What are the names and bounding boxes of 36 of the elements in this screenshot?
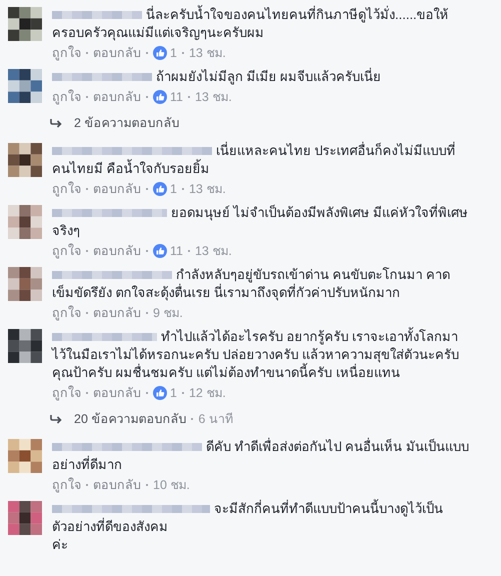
thumbs-up-icon xyxy=(153,46,167,60)
timestamp: 13 ชม. xyxy=(188,45,226,62)
timestamp: 12 ชม. xyxy=(188,385,226,402)
like-link[interactable]: ถูกใจ xyxy=(52,44,81,62)
thumbs-up-icon xyxy=(153,182,167,196)
reply-arrow-icon xyxy=(50,414,64,424)
reply-link[interactable]: ตอบกลับ xyxy=(93,44,141,62)
like-count: 11 xyxy=(170,243,183,260)
thumbs-up-icon xyxy=(153,90,167,104)
thumbs-up-icon xyxy=(153,386,167,400)
replies-link[interactable]: 2 ข้อความตอบกลับ xyxy=(74,114,180,132)
like-count: 1 xyxy=(170,385,177,402)
timestamp: 13 ชม. xyxy=(188,181,226,198)
like-count: 11 xyxy=(170,89,183,106)
reply-link[interactable]: ตอบกลับ xyxy=(93,88,141,106)
like-count: 1 xyxy=(170,181,177,198)
like-link[interactable]: ถูกใจ xyxy=(52,304,81,322)
timestamp: 13 ชม. xyxy=(194,89,232,106)
reply-link[interactable]: ตอบกลับ xyxy=(93,180,141,198)
reply-link[interactable]: ตอบกลับ xyxy=(93,242,141,260)
like-link[interactable]: ถูกใจ xyxy=(52,242,81,260)
timestamp: 13 ชม. xyxy=(194,243,232,260)
like-link[interactable]: ถูกใจ xyxy=(52,384,81,402)
timestamp: 9 ชม. xyxy=(153,305,183,322)
like-count: 1 xyxy=(170,45,177,62)
like-link[interactable]: ถูกใจ xyxy=(52,180,81,198)
reply-arrow-icon xyxy=(50,118,64,128)
timestamp: 10 ชม. xyxy=(153,477,190,494)
thumbs-up-icon xyxy=(153,244,167,258)
timestamp: 6 นาที xyxy=(198,411,233,428)
replies-link[interactable]: 20 ข้อความตอบกลับ xyxy=(74,410,186,428)
reply-link[interactable]: ตอบกลับ xyxy=(93,304,141,322)
reply-link[interactable]: ตอบกลับ xyxy=(93,384,141,402)
reply-link[interactable]: ตอบกลับ xyxy=(93,476,141,494)
like-link[interactable]: ถูกใจ xyxy=(52,476,81,494)
like-link[interactable]: ถูกใจ xyxy=(52,88,81,106)
